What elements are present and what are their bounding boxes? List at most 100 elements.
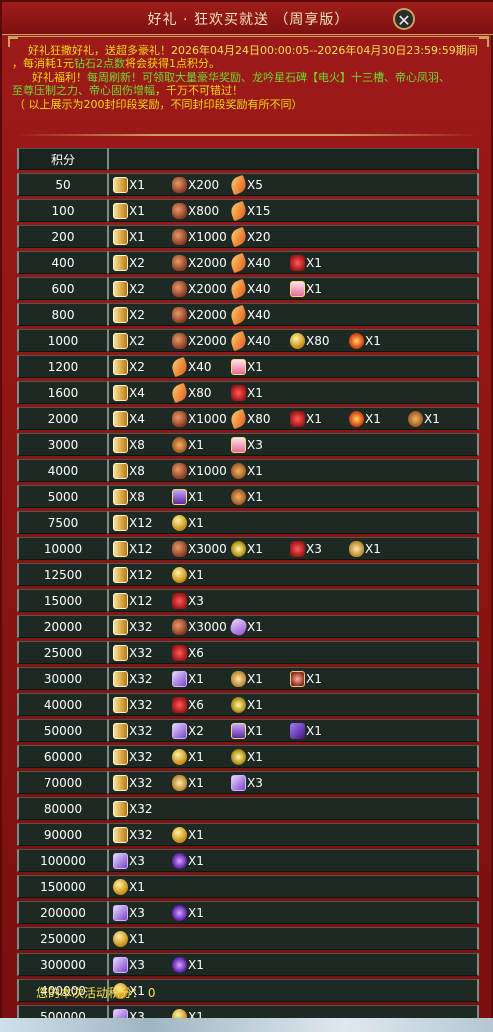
reward-item[interactable]: X5 <box>228 174 263 196</box>
reward-item[interactable]: X12 <box>113 566 153 584</box>
reward-item[interactable]: X1 <box>349 332 381 350</box>
reward-item[interactable]: X6 <box>172 644 204 662</box>
reward-item[interactable]: X3 <box>113 956 145 974</box>
reward-item[interactable]: X1 <box>113 228 145 246</box>
reward-item[interactable]: X3000 <box>172 618 227 636</box>
reward-item[interactable]: X40 <box>228 304 271 326</box>
reward-item[interactable]: X8 <box>113 436 145 454</box>
reward-item[interactable]: X2 <box>113 306 145 324</box>
reward-item[interactable]: X1 <box>172 956 204 974</box>
reward-item[interactable]: X4 <box>113 410 145 428</box>
reward-item[interactable]: X32 <box>113 722 153 740</box>
reward-item[interactable]: X6 <box>172 696 204 714</box>
reward-item[interactable]: X1 <box>172 904 204 922</box>
reward-item[interactable]: X2 <box>172 722 204 740</box>
reward-item[interactable]: X1 <box>172 774 204 792</box>
reward-count: X1 <box>247 724 263 738</box>
reward-item[interactable]: X1 <box>172 436 204 454</box>
reward-item[interactable]: X40 <box>228 330 271 352</box>
reward-item[interactable]: X2 <box>113 332 145 350</box>
reward-item[interactable]: X12 <box>113 514 153 532</box>
reward-item[interactable]: X32 <box>113 696 153 714</box>
reward-item[interactable]: X15 <box>228 200 271 222</box>
reward-item[interactable]: X3 <box>113 852 145 870</box>
reward-item[interactable]: X1 <box>113 930 145 948</box>
reward-item[interactable]: X80 <box>228 408 271 430</box>
reward-item[interactable]: X1 <box>231 722 263 740</box>
reward-item[interactable]: X80 <box>169 382 212 404</box>
reward-item[interactable]: X1 <box>231 488 263 506</box>
reward-item[interactable]: X2000 <box>172 306 227 324</box>
notice-text: ，千万不可错过！ <box>155 84 243 97</box>
reward-item[interactable]: X3 <box>172 592 204 610</box>
reward-item[interactable]: X3 <box>231 774 263 792</box>
reward-item[interactable]: X32 <box>113 748 153 766</box>
reward-item[interactable]: X800 <box>172 202 219 220</box>
reward-item[interactable]: X4 <box>113 384 145 402</box>
reward-item[interactable]: X1000 <box>172 462 227 480</box>
reward-item[interactable]: X1 <box>290 410 322 428</box>
reward-item[interactable]: X200 <box>172 176 219 194</box>
reward-item[interactable]: X1 <box>290 722 322 740</box>
reward-item[interactable]: X1 <box>231 670 263 688</box>
reward-item[interactable]: X1 <box>172 826 204 844</box>
reward-item[interactable]: X1000 <box>172 410 227 428</box>
reward-item[interactable]: X3 <box>231 436 263 454</box>
reward-item[interactable]: X1 <box>172 488 204 506</box>
reward-item[interactable]: X32 <box>113 644 153 662</box>
reward-item[interactable]: X1 <box>349 410 381 428</box>
reward-item[interactable]: X2 <box>113 254 145 272</box>
reward-item[interactable]: X1 <box>113 878 145 896</box>
reward-item[interactable]: X2 <box>113 358 145 376</box>
reward-item[interactable]: X2 <box>113 280 145 298</box>
reward-items: X3 X1 <box>107 849 479 872</box>
reward-item[interactable]: X1 <box>172 566 204 584</box>
reward-item[interactable]: X12 <box>113 540 153 558</box>
reward-item[interactable]: X2000 <box>172 254 227 272</box>
reward-item[interactable]: X1 <box>231 462 263 480</box>
reward-item[interactable]: X8 <box>113 488 145 506</box>
table-row: 7500 X12 X1 <box>17 511 479 534</box>
reward-item[interactable]: X3000 <box>172 540 227 558</box>
reward-item[interactable]: X2000 <box>172 280 227 298</box>
reward-item[interactable]: X1 <box>113 176 145 194</box>
reward-item[interactable]: X40 <box>228 252 271 274</box>
reward-item[interactable]: X40 <box>169 356 212 378</box>
reward-item[interactable]: X1 <box>172 514 204 532</box>
reward-item[interactable]: X1 <box>228 616 263 638</box>
reward-count: X6 <box>188 698 204 712</box>
reward-item[interactable]: X1 <box>290 670 322 688</box>
reward-item[interactable]: X1 <box>172 852 204 870</box>
reward-item[interactable]: X32 <box>113 826 153 844</box>
reward-item[interactable]: X20 <box>228 226 271 248</box>
reward-item[interactable]: X32 <box>113 774 153 792</box>
reward-item[interactable]: X1 <box>231 748 263 766</box>
reward-item[interactable]: X8 <box>113 462 145 480</box>
reward-item[interactable]: X1000 <box>172 228 227 246</box>
reward-item[interactable]: X40 <box>228 278 271 300</box>
reward-item[interactable]: X32 <box>113 800 153 818</box>
reward-item[interactable]: X1 <box>172 748 204 766</box>
reward-item[interactable]: X1 <box>231 358 263 376</box>
reward-item[interactable]: X1 <box>231 696 263 714</box>
reward-item[interactable]: X32 <box>113 670 153 688</box>
reward-item[interactable]: X3 <box>290 540 322 558</box>
points-threshold: 100 <box>17 199 107 222</box>
reward-item[interactable]: X1 <box>172 670 204 688</box>
reward-item[interactable]: X2000 <box>172 332 227 350</box>
reward-item[interactable]: X1 <box>290 280 322 298</box>
reward-item[interactable]: X1 <box>231 540 263 558</box>
reward-item[interactable]: X1 <box>290 254 322 272</box>
reward-item[interactable]: X32 <box>113 618 153 636</box>
reward-item[interactable]: X3 <box>113 904 145 922</box>
close-button[interactable]: ✕ <box>393 8 415 30</box>
reward-item[interactable]: X12 <box>113 592 153 610</box>
reward-item[interactable]: X1 <box>349 540 381 558</box>
reward-item[interactable]: X1 <box>231 384 263 402</box>
points-threshold: 70000 <box>17 771 107 794</box>
scroll-icon <box>113 229 128 245</box>
reward-item[interactable]: X1 <box>113 202 145 220</box>
reward-item[interactable]: X1 <box>408 410 440 428</box>
reward-item[interactable]: X80 <box>290 332 330 350</box>
reward-count: X4 <box>129 412 145 426</box>
